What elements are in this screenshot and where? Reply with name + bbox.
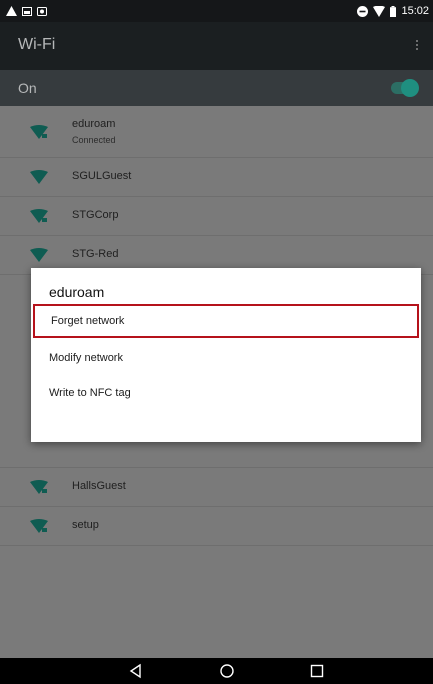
action-bar: Wi-Fi <box>0 22 433 70</box>
modify-network-button[interactable]: Modify network <box>31 341 421 375</box>
wifi-switch-bar[interactable]: On <box>0 70 433 106</box>
network-status: Connected <box>72 135 116 145</box>
network-item-sgulguest[interactable]: SGULGuest <box>0 158 433 197</box>
wifi-icon <box>30 170 48 184</box>
write-nfc-tag-button[interactable]: Write to NFC tag <box>31 376 421 410</box>
page-title: Wi-Fi <box>18 36 56 53</box>
network-item-stgcorp[interactable]: STGCorp <box>0 197 433 236</box>
wifi-lock-icon <box>30 124 48 139</box>
home-icon[interactable] <box>219 663 235 679</box>
option-label: Modify network <box>49 352 123 364</box>
forget-network-button[interactable]: Forget network <box>33 304 419 338</box>
wifi-signal-icon <box>373 5 386 17</box>
status-bar: 15:02 <box>0 0 433 22</box>
dnd-icon <box>357 5 369 17</box>
image-icon <box>22 6 32 16</box>
wifi-lock-icon <box>30 480 48 494</box>
switch-label: On <box>18 80 37 96</box>
network-name: STGCorp <box>72 209 119 221</box>
network-item-hallsguest[interactable]: HallsGuest <box>0 468 433 507</box>
status-time: 15:02 <box>401 5 429 17</box>
wifi-icon <box>30 248 48 262</box>
warning-icon <box>6 6 17 16</box>
more-vert-icon[interactable] <box>415 38 419 54</box>
network-options-dialog: eduroam Forget network Modify network Wr… <box>31 268 421 442</box>
network-name: STG-Red <box>72 248 119 260</box>
wifi-lock-icon <box>30 519 48 533</box>
network-name: SGULGuest <box>72 170 132 182</box>
network-name: eduroam <box>72 118 116 130</box>
option-label: Forget network <box>51 315 125 327</box>
option-label: Write to NFC tag <box>49 387 131 399</box>
network-item-setup[interactable]: setup <box>0 507 433 546</box>
recents-icon[interactable] <box>309 663 325 679</box>
network-name: setup <box>72 519 99 531</box>
wifi-lock-icon <box>30 209 48 223</box>
battery-icon <box>390 5 397 17</box>
wifi-toggle[interactable] <box>391 79 419 97</box>
dialog-title: eduroam <box>49 284 105 300</box>
network-name: HallsGuest <box>72 480 126 492</box>
screenshot-icon <box>37 7 47 16</box>
navigation-bar <box>0 658 433 684</box>
network-list: eduroam Connected SGULGuest STGCorp STG-… <box>0 106 433 275</box>
back-icon[interactable] <box>128 663 144 679</box>
network-list-lower: HallsGuest setup <box>0 430 433 546</box>
network-item-eduroam[interactable]: eduroam Connected <box>0 106 433 158</box>
